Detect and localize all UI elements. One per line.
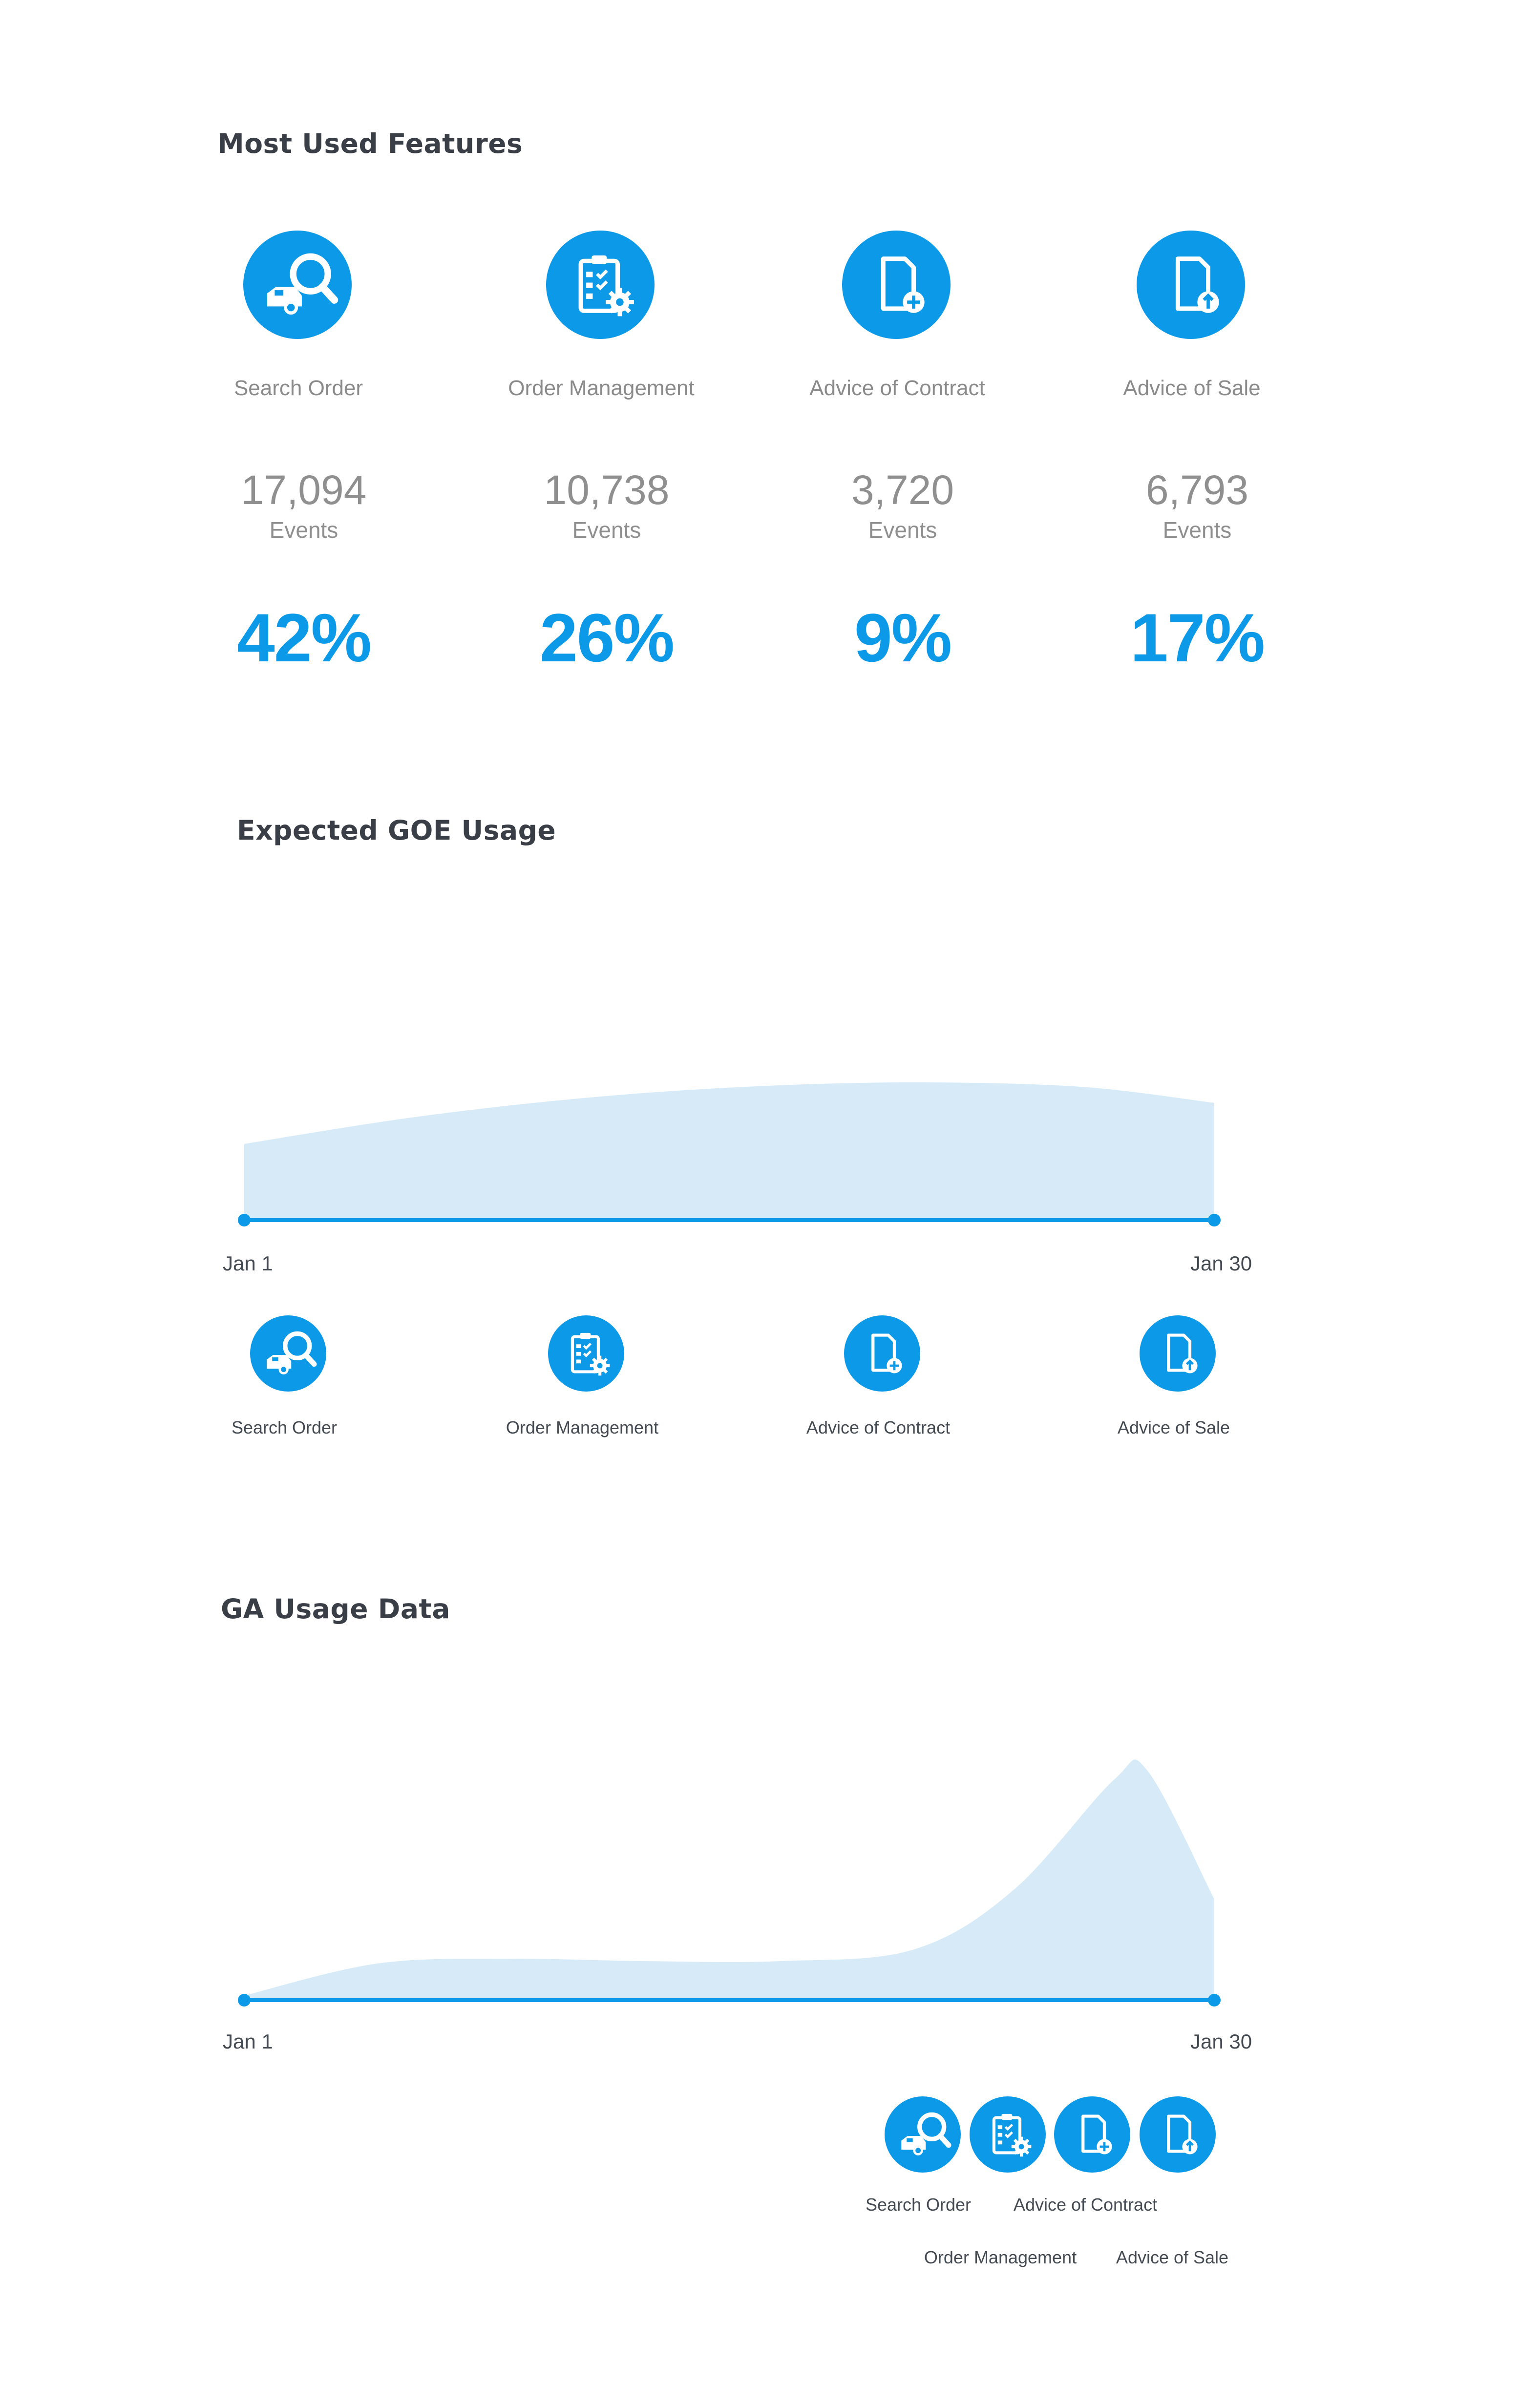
- document-plus-icon: [1054, 2096, 1130, 2173]
- ga-area-series: [244, 1759, 1214, 2000]
- ga-legend-label: Search Order: [865, 2195, 972, 2215]
- ga-legend-label: Advice of Sale: [1116, 2247, 1229, 2267]
- ga-axis-start-dot: [238, 1994, 251, 2007]
- car-search-icon: [885, 2096, 961, 2173]
- ga-legend-label: Advice of Contract: [1013, 2195, 1158, 2215]
- document-upload-icon: [1140, 2096, 1216, 2173]
- ga-x-start-label: Jan 1: [223, 2030, 273, 2053]
- ga-axis-end-dot: [1208, 1994, 1221, 2007]
- clipboard-gear-icon: [970, 2096, 1046, 2173]
- ga-legend-label: Order Management: [924, 2247, 1077, 2267]
- ga-x-end-label: Jan 30: [1190, 2030, 1252, 2053]
